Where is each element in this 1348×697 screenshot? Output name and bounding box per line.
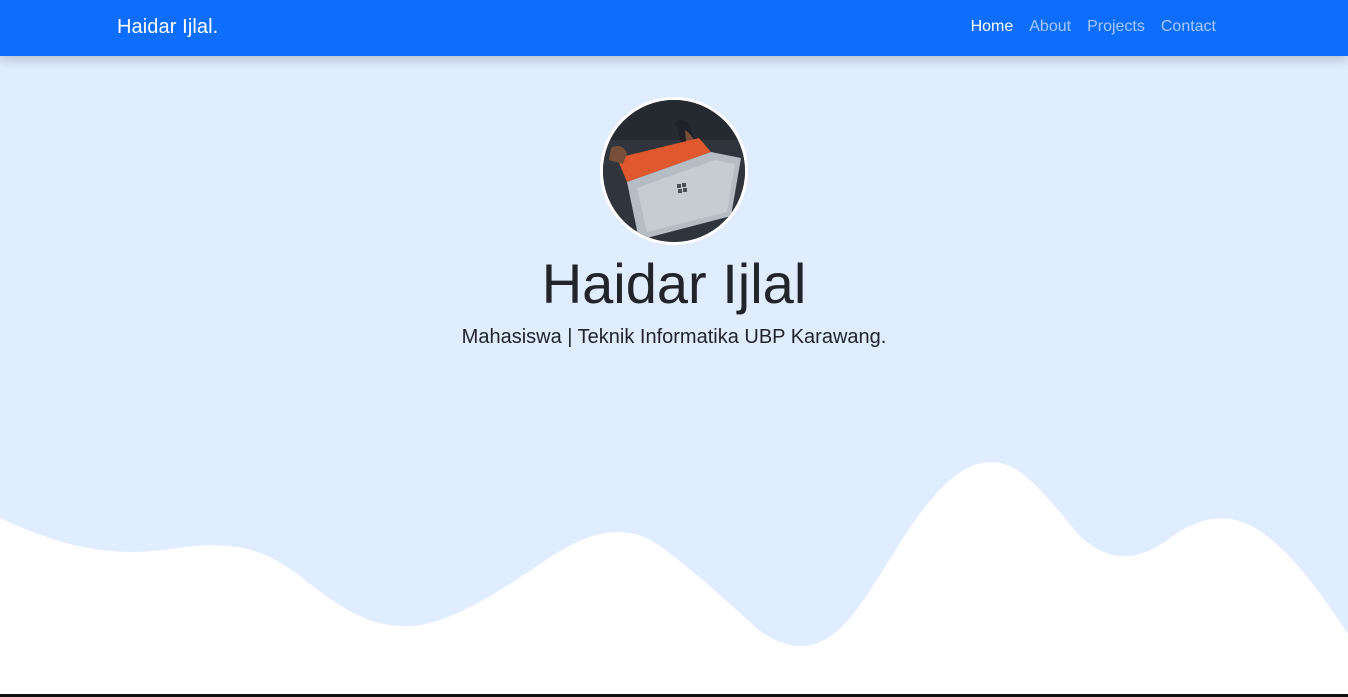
navbar-brand[interactable]: Haidar Ijlal. (117, 16, 218, 39)
nav-link-projects[interactable]: Projects (1079, 18, 1153, 36)
hero-name: Haidar Ijlal (541, 252, 807, 315)
hero-section: Haidar Ijlal Mahasiswa | Teknik Informat… (0, 56, 1348, 697)
profile-avatar (600, 97, 748, 245)
nav-link-about[interactable]: About (1021, 18, 1079, 36)
nav-link-contact[interactable]: Contact (1153, 18, 1224, 36)
nav-link-home[interactable]: Home (963, 18, 1022, 36)
nav-links: Home About Projects Contact (963, 18, 1224, 36)
laptop-photo-icon (603, 100, 745, 242)
hero-subtitle: Mahasiswa | Teknik Informatika UBP Karaw… (461, 326, 887, 348)
navbar: Haidar Ijlal. Home About Projects Contac… (0, 0, 1348, 56)
